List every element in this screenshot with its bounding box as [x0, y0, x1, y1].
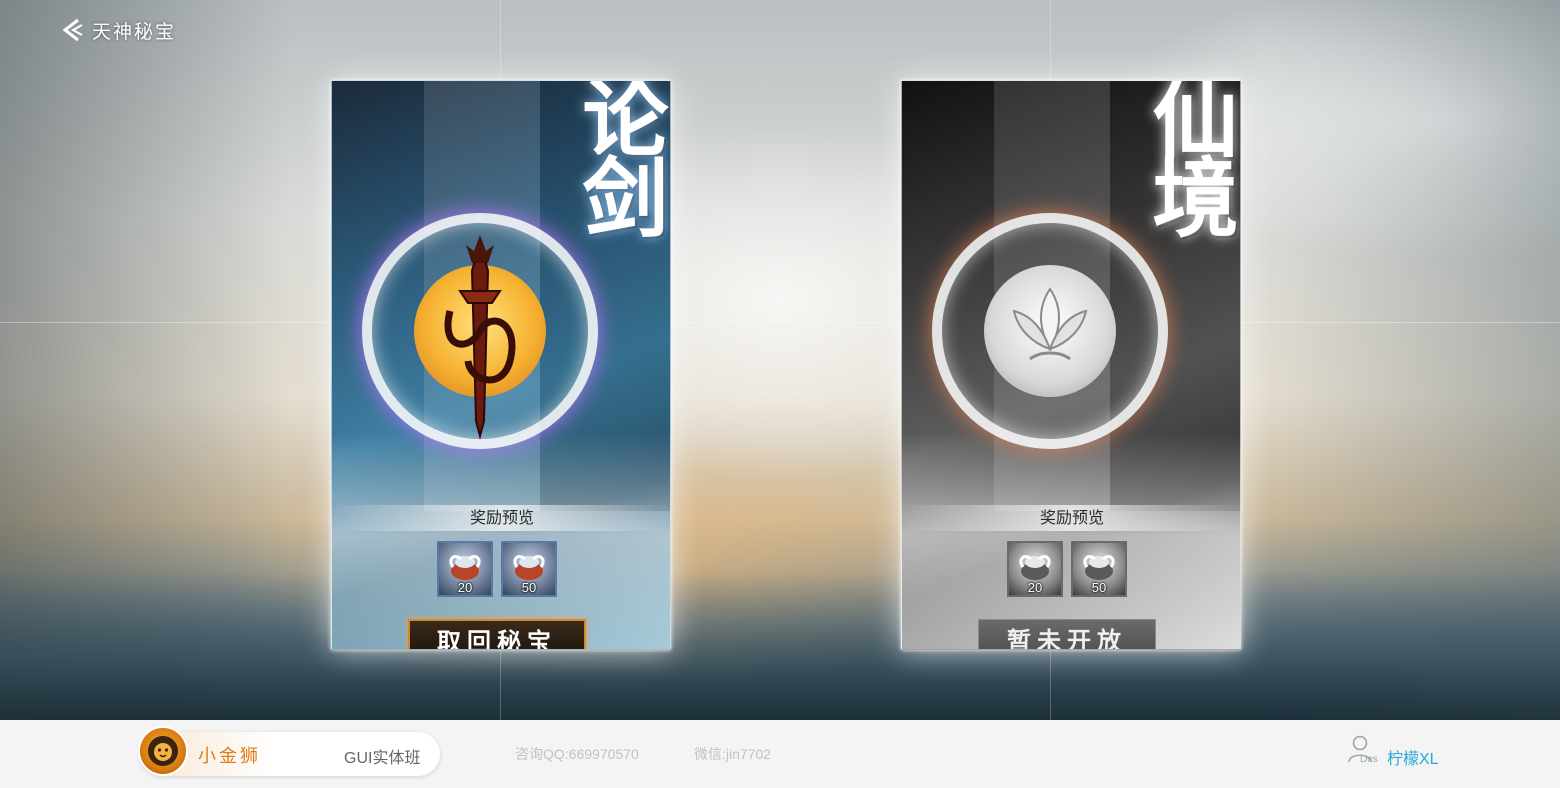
water-reflection — [0, 570, 1560, 720]
contact-wechat: 微信:jin7702 — [694, 746, 772, 762]
treasure-card-lunjian[interactable]: 论剑 奖励预览 20 50 取回秘宝 — [331, 80, 671, 650]
contact-qq: 咨询QQ:669970570 — [515, 746, 639, 762]
treasure-pot-icon — [1019, 555, 1051, 580]
sword-dragon-icon — [444, 235, 516, 440]
reward-count: 20 — [1027, 580, 1043, 595]
game-scene: 天神秘宝 论剑 奖励预览 20 50 取回秘宝 仙境 奖励预览 20 50 暂未… — [0, 0, 1560, 720]
reward-item[interactable]: 20 — [437, 541, 493, 597]
brand-name: 小金狮 — [198, 746, 261, 766]
author-tag: Des — [1360, 754, 1378, 765]
retrieve-treasure-button[interactable]: 取回秘宝 — [408, 619, 586, 649]
reward-item[interactable]: 20 — [1007, 541, 1063, 597]
author-name: 柠檬XL — [1387, 751, 1439, 768]
reward-preview-label: 奖励预览 — [902, 505, 1240, 531]
page-title: 天神秘宝 — [92, 20, 177, 43]
reward-list: 20 50 — [437, 541, 557, 599]
back-button[interactable]: 天神秘宝 — [60, 16, 176, 44]
reward-item[interactable]: 50 — [1071, 541, 1127, 597]
lion-logo-icon — [138, 726, 188, 776]
card-title: 论剑 — [567, 80, 668, 233]
treasure-pot-icon — [449, 555, 481, 580]
treasure-pot-icon — [1083, 555, 1115, 580]
reward-preview-label: 奖励预览 — [332, 505, 670, 531]
treasure-card-xianjing[interactable]: 仙境 奖励预览 20 50 暂未开放 — [901, 80, 1241, 650]
guide-line — [0, 322, 1560, 323]
footer-bar: 小金狮 GUI实体班 咨询QQ:669970570 微信:jin7702 Des… — [0, 720, 1560, 788]
reward-list: 20 50 — [1007, 541, 1127, 599]
treasure-pot-icon — [513, 555, 545, 580]
card-title: 仙境 — [1137, 80, 1238, 233]
back-arrow-icon — [62, 18, 83, 42]
not-open-button[interactable]: 暂未开放 — [978, 619, 1156, 649]
reward-item[interactable]: 50 — [501, 541, 557, 597]
course-name: GUI实体班 — [344, 750, 421, 767]
reward-count: 50 — [1091, 580, 1107, 595]
reward-count: 50 — [521, 580, 537, 595]
reward-count: 20 — [457, 580, 473, 595]
lotus-icon — [1012, 287, 1088, 361]
brand-pill: 小金狮 GUI实体班 — [138, 726, 440, 776]
